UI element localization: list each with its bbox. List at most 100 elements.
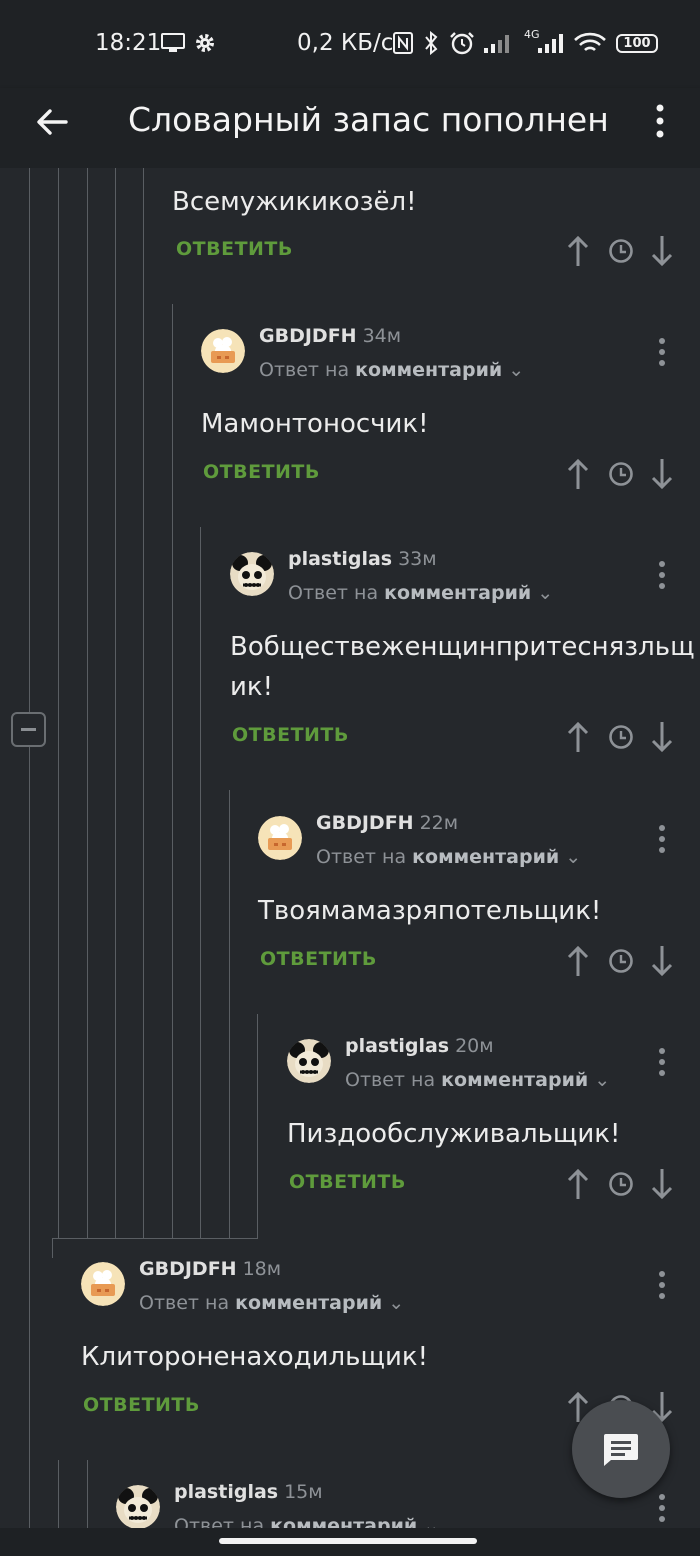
reply-to[interactable]: Ответ на комментарий ⌄ [259, 359, 524, 381]
collapse-thread-button[interactable] [11, 712, 46, 747]
comment-actions [566, 720, 686, 754]
reply-to[interactable]: Ответ на комментарий ⌄ [139, 1292, 404, 1314]
comment-author[interactable]: plastiglas 20м [345, 1035, 494, 1057]
comment: Всемужикикозёл! ОТВЕТИТЬ [172, 168, 692, 288]
thread-line [229, 790, 230, 1238]
more-vert-icon[interactable] [658, 824, 666, 854]
comment-time: 33м [398, 548, 437, 570]
thread-line [29, 168, 30, 1528]
arrow-up-icon[interactable] [566, 234, 590, 268]
thread-line [52, 1238, 53, 1258]
reply-to[interactable]: Ответ на комментарий ⌄ [316, 846, 581, 868]
reply-to[interactable]: Ответ на комментарий ⌄ [288, 582, 553, 604]
alarm-icon [450, 32, 474, 55]
bluetooth-icon [425, 31, 438, 55]
status-bar: 18:21 0,2 КБ/с 4G 100 [0, 0, 700, 88]
arrow-down-icon[interactable] [650, 720, 674, 754]
comment-author[interactable]: plastiglas 15м [174, 1481, 323, 1503]
clock-icon[interactable] [608, 461, 634, 487]
avatar[interactable] [258, 816, 302, 860]
arrow-up-icon[interactable] [566, 1167, 590, 1201]
arrow-up-icon[interactable] [566, 944, 590, 978]
arrow-down-icon[interactable] [650, 457, 674, 491]
app-bar: Словарный запас пополнен [0, 88, 700, 168]
comment-time: 15м [284, 1481, 323, 1503]
clock-icon[interactable] [608, 1171, 634, 1197]
comment-time: 20м [455, 1035, 494, 1057]
chevron-down-icon: ⌄ [508, 359, 525, 381]
arrow-down-icon[interactable] [650, 944, 674, 978]
comment-actions [566, 1167, 686, 1201]
chevron-down-icon: ⌄ [537, 582, 554, 604]
thread-line [172, 304, 173, 1238]
add-comment-button[interactable] [572, 1400, 670, 1498]
more-vert-icon[interactable] [658, 1047, 666, 1077]
arrow-up-icon[interactable] [566, 720, 590, 754]
reply-button[interactable]: ОТВЕТИТЬ [260, 948, 377, 970]
system-nav-bar [0, 1528, 700, 1556]
reply-button[interactable]: ОТВЕТИТЬ [203, 461, 320, 483]
clock-icon[interactable] [608, 724, 634, 750]
reply-to[interactable]: Ответ на комментарий ⌄ [345, 1069, 610, 1091]
thread-line [58, 1460, 59, 1528]
wifi-icon [574, 32, 606, 52]
comment-text: Мамонтоносчик! [201, 409, 429, 439]
avatar[interactable] [81, 1262, 125, 1306]
battery-level: 100 [623, 36, 651, 51]
thread-line [257, 1014, 258, 1238]
arrow-up-icon[interactable] [566, 457, 590, 491]
comment-text: Пиздообслуживальщик! [287, 1119, 621, 1149]
arrow-left-icon[interactable] [32, 102, 72, 142]
signal-strength-icon [484, 35, 509, 53]
chevron-down-icon: ⌄ [565, 846, 582, 868]
thread-line [115, 168, 116, 1238]
avatar[interactable] [116, 1485, 160, 1528]
signal-4g-icon [538, 34, 563, 53]
comment-time: 22м [419, 812, 459, 834]
more-vert-icon[interactable] [658, 560, 666, 590]
network-speed: 0,2 КБ/с [297, 30, 394, 56]
comment-author[interactable]: plastiglas 33м [288, 548, 437, 570]
more-vert-icon[interactable] [658, 1270, 666, 1300]
arrow-down-icon[interactable] [650, 234, 674, 268]
home-gesture-handle[interactable] [219, 1538, 477, 1544]
nfc-icon [393, 32, 413, 54]
chevron-down-icon: ⌄ [594, 1069, 611, 1091]
comment-text: Клитороненаходильщик! [81, 1342, 428, 1372]
avatar[interactable] [201, 329, 245, 373]
clock-icon[interactable] [608, 238, 634, 264]
thread-line [200, 527, 201, 1238]
comment: plastiglas 15м Ответ на комментарий ⌄ [116, 1481, 680, 1528]
more-vert-icon[interactable] [658, 1493, 666, 1523]
comment-actions [566, 457, 686, 491]
clock-icon[interactable] [608, 948, 634, 974]
comment-text: Твоямамазряпотельщик! [258, 896, 602, 926]
comment-time: 34м [362, 325, 402, 347]
thread-line [87, 1460, 88, 1528]
reply-button[interactable]: ОТВЕТИТЬ [289, 1171, 406, 1193]
comment-thread: Всемужикикозёл! ОТВЕТИТЬ GBDJDFH 34м Отве… [0, 168, 700, 1528]
chevron-down-icon: ⌄ [423, 1515, 440, 1528]
avatar[interactable] [287, 1039, 331, 1083]
reply-button[interactable]: ОТВЕТИТЬ [232, 724, 349, 746]
thread-line [87, 168, 88, 1238]
reply-to[interactable]: Ответ на комментарий ⌄ [174, 1515, 439, 1528]
arrow-down-icon[interactable] [650, 1167, 674, 1201]
comment-author[interactable]: GBDJDFH 22м [316, 812, 458, 834]
reply-button[interactable]: ОТВЕТИТЬ [83, 1394, 200, 1416]
screen-cast-icon [161, 33, 185, 52]
chevron-down-icon: ⌄ [388, 1292, 405, 1314]
comment-author[interactable]: GBDJDFH 18м [139, 1258, 281, 1280]
battery-icon: 100 [616, 34, 658, 53]
settings-gear-icon [196, 34, 214, 52]
avatar[interactable] [230, 552, 274, 596]
more-vert-icon[interactable] [658, 337, 666, 367]
more-vert-icon[interactable] [650, 102, 670, 142]
comment-time: 18м [242, 1258, 282, 1280]
comment-text-line: ик! [230, 672, 274, 702]
comment-text: Всемужикикозёл! [172, 187, 417, 217]
reply-button[interactable]: ОТВЕТИТЬ [176, 238, 293, 260]
thread-line [52, 1238, 258, 1239]
comment-author[interactable]: GBDJDFH 34м [259, 325, 401, 347]
comment-actions [566, 944, 686, 978]
